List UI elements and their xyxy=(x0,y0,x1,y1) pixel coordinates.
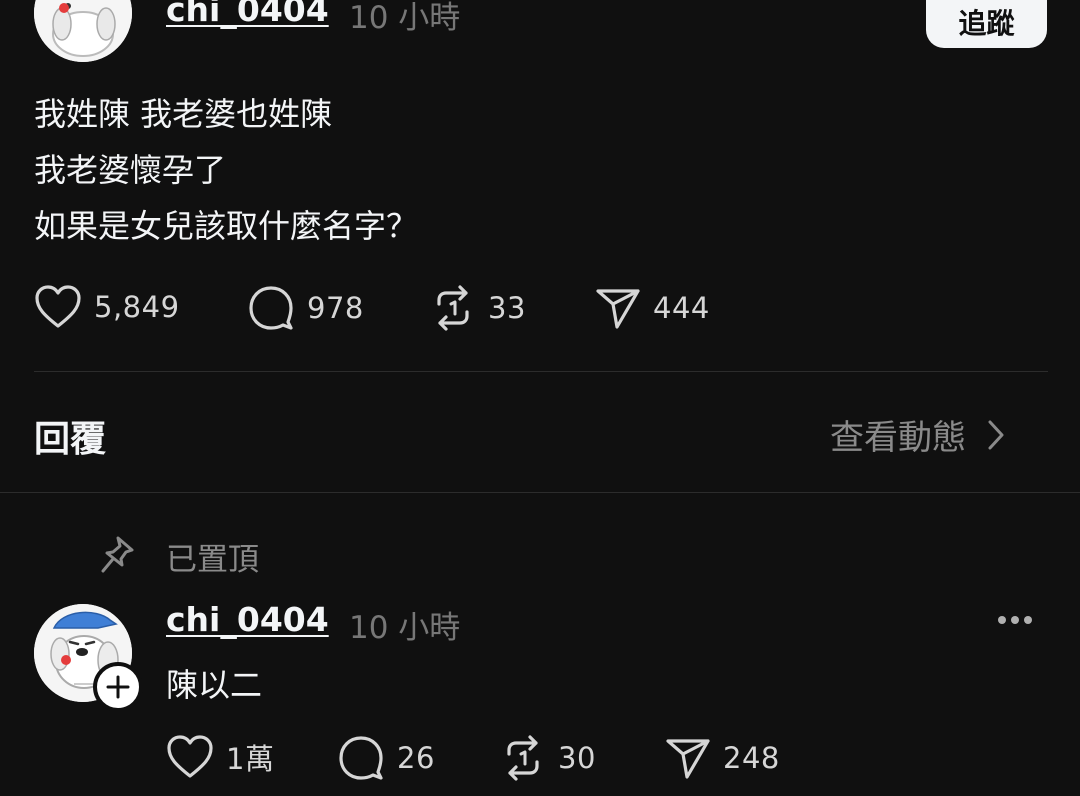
comment-icon xyxy=(339,736,383,780)
chevron-right-icon xyxy=(988,420,1004,449)
reply-repost-count: 30 xyxy=(558,741,596,775)
comment-count: 978 xyxy=(307,291,364,325)
plus-icon xyxy=(106,675,130,699)
share-count: 444 xyxy=(653,291,710,325)
repost-count: 33 xyxy=(488,291,526,325)
reply-comment-count: 26 xyxy=(397,741,435,775)
like-count: 5,849 xyxy=(94,290,180,324)
pinned-label: 已置頂 xyxy=(166,542,259,578)
view-activity-link[interactable]: 查看動態 xyxy=(830,410,1006,459)
reply-username[interactable]: chi_0404 xyxy=(166,600,329,639)
replies-title: 回覆 xyxy=(34,419,107,460)
post-timestamp: 10 小時 xyxy=(349,0,461,36)
share-button[interactable]: 444 xyxy=(595,286,710,330)
heart-icon xyxy=(167,735,213,778)
post-username[interactable]: chi_0404 xyxy=(166,0,329,29)
repost-icon xyxy=(507,735,539,781)
follow-button[interactable]: 追蹤 xyxy=(926,0,1047,48)
view-activity-label: 查看動態 xyxy=(830,418,966,458)
more-dot xyxy=(1024,616,1032,624)
post-text-line: 我姓陳 我老婆也姓陳 xyxy=(34,95,333,133)
post-author-avatar[interactable] xyxy=(34,0,132,62)
reply-like-count: 1萬 xyxy=(226,742,275,776)
post-body: 我姓陳 我老婆也姓陳 我老婆懷孕了 如果是女兒該取什麼名字？ xyxy=(34,86,418,254)
reply-share-button[interactable]: 248 xyxy=(665,736,780,780)
comment-button[interactable]: 978 xyxy=(247,284,364,332)
follow-button-label: 追蹤 xyxy=(958,8,1015,39)
share-icon xyxy=(666,739,710,779)
reply-like-button[interactable]: 1萬 xyxy=(166,734,274,780)
like-button[interactable]: 5,849 xyxy=(34,284,180,330)
repost-icon xyxy=(437,285,469,331)
reply-comment-button[interactable]: 26 xyxy=(337,734,435,782)
follow-plus-badge[interactable] xyxy=(93,662,143,712)
heart-icon xyxy=(35,285,81,328)
reply-share-count: 248 xyxy=(723,741,780,775)
reply-repost-button[interactable]: 30 xyxy=(500,734,596,782)
post-divider xyxy=(34,371,1048,372)
more-dot xyxy=(1011,616,1019,624)
reply-text: 陳以二 xyxy=(166,666,263,704)
more-dot xyxy=(998,616,1006,624)
comment-icon xyxy=(249,286,293,330)
share-icon xyxy=(596,289,640,329)
dog-avatar-image xyxy=(34,0,132,62)
repost-button[interactable]: 33 xyxy=(430,284,526,332)
post-text-line: 如果是女兒該取什麼名字？ xyxy=(34,207,419,245)
more-options-button[interactable] xyxy=(998,616,1032,624)
post-text-line: 我老婆懷孕了 xyxy=(34,151,227,189)
pin-icon xyxy=(101,536,134,573)
reply-timestamp: 10 小時 xyxy=(349,610,461,646)
replies-divider xyxy=(0,492,1080,493)
